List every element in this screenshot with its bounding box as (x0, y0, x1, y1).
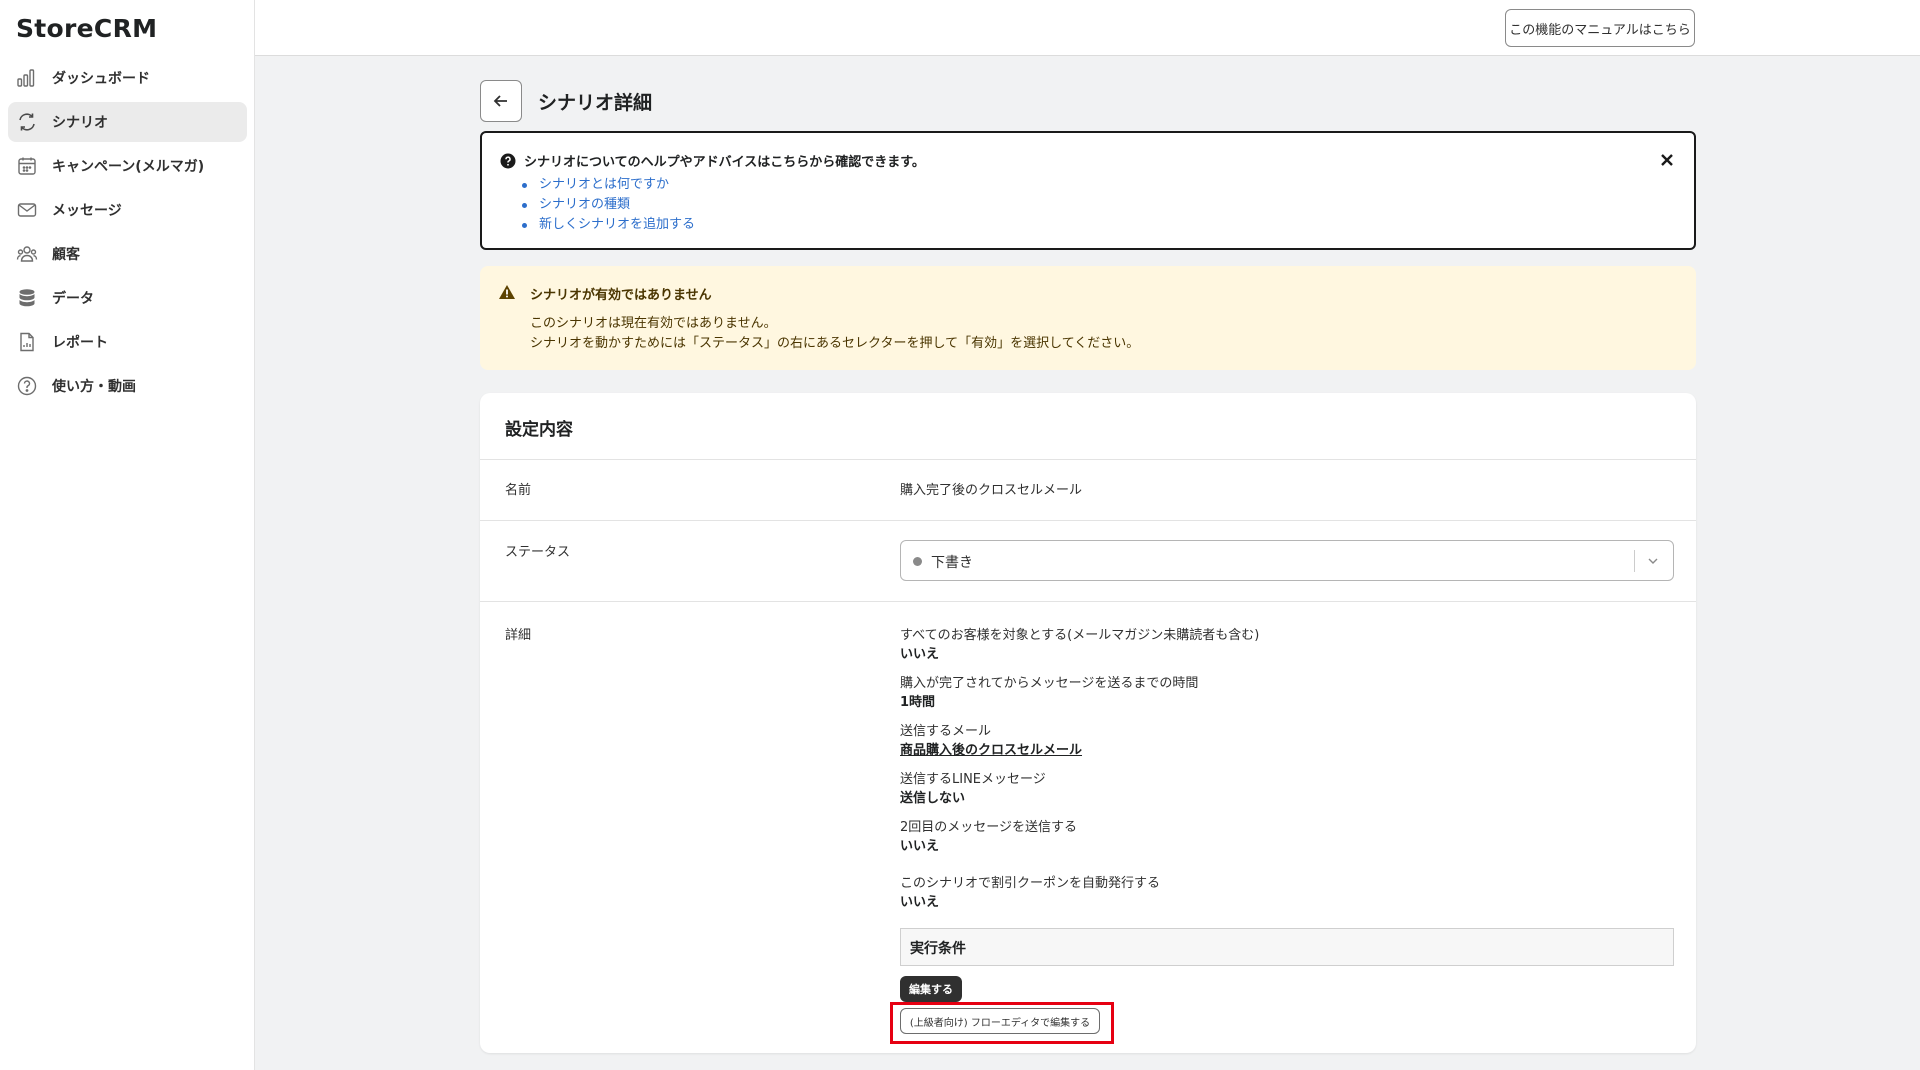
sidebar-item-label: キャンペーン(メルマガ) (52, 159, 205, 175)
settings-card: 設定内容 名前 購入完了後のクロスセルメール ステータス 下書き 詳細 すべての… (480, 393, 1696, 1053)
bar-chart-icon (16, 67, 38, 89)
top-bar: この機能のマニュアルはこちら (255, 0, 1920, 56)
warning-text-line2: シナリオを動かすためには「ステータス」の右にあるセレクターを押して「有効」を選択… (530, 336, 1140, 351)
warning-banner: シナリオが有効ではありません このシナリオは現在有効ではありません。 シナリオを… (480, 266, 1696, 370)
sidebar-item-help-video[interactable]: 使い方・動画 (8, 366, 247, 406)
sidebar: StoreCRM ダッシュボード シナリオ キャンペーン(メルマガ) メッセージ (0, 0, 255, 1070)
detail-value-line: 送信しない (900, 791, 966, 806)
divider (480, 601, 1696, 602)
sidebar-item-report[interactable]: レポート (8, 322, 247, 362)
page-header: シナリオ詳細 (480, 80, 652, 122)
help-banner: シナリオについてのヘルプやアドバイスはこちらから確認できます。 シナリオとは何で… (480, 131, 1696, 250)
sidebar-item-label: ダッシュボード (52, 71, 150, 87)
help-link-add-scenario[interactable]: 新しくシナリオを追加する (522, 215, 695, 235)
sidebar-item-campaign[interactable]: キャンペーン(メルマガ) (8, 146, 247, 186)
sidebar-item-label: 使い方・動画 (52, 379, 136, 395)
detail-label-line: 送信するLINEメッセージ (900, 772, 1046, 787)
detail-value-target-all: いいえ (900, 647, 940, 662)
status-value: 下書き (931, 555, 973, 571)
status-label: ステータス (505, 545, 571, 560)
sidebar-item-data[interactable]: データ (8, 278, 247, 318)
help-heading-text: シナリオについてのヘルプやアドバイスはこちらから確認できます。 (524, 155, 925, 170)
email-link[interactable]: 商品購入後のクロスセルメール (900, 739, 1082, 758)
details-label: 詳細 (505, 628, 532, 643)
sidebar-nav: ダッシュボード シナリオ キャンペーン(メルマガ) メッセージ 顧客 データ レ… (8, 58, 247, 410)
help-links: シナリオとは何ですか シナリオの種類 新しくシナリオを追加する (522, 175, 695, 235)
sidebar-item-customers[interactable]: 顧客 (8, 234, 247, 274)
sidebar-item-label: データ (52, 291, 94, 307)
manual-button[interactable]: この機能のマニュアルはこちら (1505, 9, 1695, 47)
conditions-title: 実行条件 (910, 941, 966, 957)
detail-value-coupon: いいえ (900, 895, 940, 910)
help-link-what-is-scenario[interactable]: シナリオとは何ですか (522, 175, 695, 195)
people-icon (16, 243, 38, 265)
detail-label-email: 送信するメール (900, 724, 992, 739)
flow-editor-button[interactable]: (上級者向け) フローエディタで編集する (900, 1008, 1100, 1034)
name-value: 購入完了後のクロスセルメール (900, 483, 1083, 498)
question-circle-icon (500, 153, 516, 168)
sidebar-item-scenario[interactable]: シナリオ (8, 102, 247, 142)
chevron-down-icon (1648, 558, 1658, 564)
status-select[interactable]: 下書き (900, 540, 1674, 581)
refresh-icon (16, 111, 38, 133)
warning-icon (499, 285, 515, 299)
help-link-scenario-types[interactable]: シナリオの種類 (522, 195, 695, 215)
detail-value-delay: 1時間 (900, 695, 936, 710)
page-title: シナリオ詳細 (538, 91, 653, 114)
settings-title: 設定内容 (505, 420, 573, 440)
help-circle-icon (16, 375, 38, 397)
sidebar-item-label: シナリオ (52, 115, 108, 131)
detail-label-second-message: 2回目のメッセージを送信する (900, 820, 1078, 835)
status-dot (913, 557, 922, 566)
divider (480, 520, 1696, 521)
sidebar-item-label: 顧客 (52, 247, 80, 263)
detail-label-delay: 購入が完了されてからメッセージを送るまでの時間 (900, 676, 1199, 691)
envelope-icon (16, 199, 38, 221)
back-button[interactable] (480, 80, 522, 122)
conditions-box: 実行条件 (900, 928, 1674, 966)
sidebar-item-label: メッセージ (52, 203, 122, 219)
calendar-icon (16, 155, 38, 177)
divider (480, 459, 1696, 460)
help-heading: シナリオについてのヘルプやアドバイスはこちらから確認できます。 (500, 151, 925, 170)
edit-button[interactable]: 編集する (900, 976, 962, 1002)
detail-value-second-message: いいえ (900, 839, 940, 854)
sidebar-item-message[interactable]: メッセージ (8, 190, 247, 230)
app-logo[interactable]: StoreCRM (16, 14, 157, 43)
detail-label-target-all: すべてのお客様を対象とする(メールマガジン未購読者も含む) (900, 628, 1260, 643)
select-separator (1634, 550, 1635, 572)
sidebar-item-label: レポート (52, 335, 108, 351)
name-label: 名前 (505, 483, 532, 498)
warning-title: シナリオが有効ではありません (530, 288, 712, 303)
report-icon (16, 331, 38, 353)
detail-label-coupon: このシナリオで割引クーポンを自動発行する (900, 876, 1161, 891)
warning-text-line1: このシナリオは現在有効ではありません。 (530, 316, 777, 331)
database-icon (16, 287, 38, 309)
close-icon[interactable] (1656, 149, 1678, 171)
arrow-left-icon (493, 95, 507, 107)
sidebar-item-dashboard[interactable]: ダッシュボード (8, 58, 247, 98)
